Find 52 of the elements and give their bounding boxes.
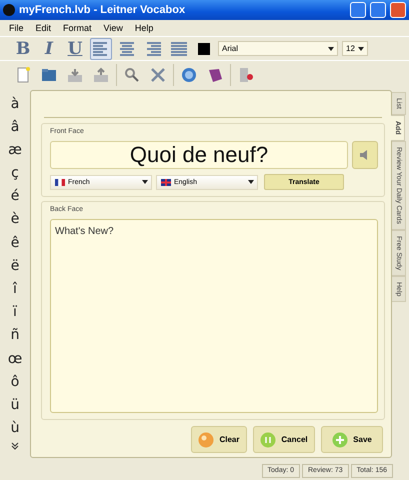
menu-item[interactable]: Help	[128, 23, 160, 33]
character-button[interactable]: î	[13, 280, 17, 298]
character-button[interactable]: ù	[10, 418, 20, 438]
dropdown-arrow-icon[interactable]	[142, 180, 148, 184]
dropdown-arrow-icon[interactable]	[248, 180, 254, 184]
align-button[interactable]	[90, 38, 112, 60]
character-button[interactable]: é	[10, 186, 20, 206]
clear-button[interactable]: Clear	[191, 426, 247, 453]
align-left-icon	[93, 42, 109, 56]
character-button[interactable]: ü	[10, 395, 20, 414]
app-icon	[3, 4, 15, 16]
menu-item[interactable]: File	[3, 23, 30, 33]
chevron-down-icon[interactable]	[11, 442, 19, 450]
italic-button[interactable]: I	[38, 38, 60, 60]
character-button[interactable]: ô	[10, 372, 20, 392]
character-button[interactable]: ï	[13, 302, 17, 322]
front-face-field[interactable]: Quoi de neuf?	[50, 141, 348, 169]
character-button[interactable]: œ	[8, 349, 22, 368]
character-button[interactable]: è	[10, 210, 20, 229]
plus-icon	[332, 432, 348, 448]
dropdown-arrow-icon[interactable]	[328, 46, 334, 50]
flag-icon	[161, 178, 171, 186]
speaker-button[interactable]	[352, 141, 378, 169]
cancel-button[interactable]: Cancel	[253, 426, 315, 453]
close-button[interactable]	[390, 2, 406, 18]
size-dropdown[interactable]: 12	[342, 41, 368, 56]
align-center-icon	[119, 42, 135, 56]
character-button[interactable]: ë	[10, 256, 20, 276]
character-button[interactable]: ê	[10, 233, 20, 252]
maximize-button[interactable]	[370, 2, 386, 18]
character-button[interactable]: â	[10, 117, 20, 136]
menu-item[interactable]: Format	[57, 23, 98, 33]
character-button[interactable]: ñ	[10, 326, 20, 345]
underline-button[interactable]: U	[64, 38, 86, 60]
character-button[interactable]: æ	[8, 140, 22, 160]
pause-icon	[260, 432, 276, 448]
character-button[interactable]: ç	[11, 164, 19, 183]
menu-item[interactable]: Edit	[30, 23, 58, 33]
character-button[interactable]: à	[10, 94, 20, 113]
flag-icon	[55, 178, 65, 186]
ball-icon	[198, 432, 214, 448]
menu-item[interactable]: View	[98, 23, 129, 33]
dropdown-arrow-icon[interactable]	[358, 46, 364, 50]
font-dropdown[interactable]: Arial	[218, 41, 338, 56]
window-title: myFrench.lvb - Leitner Vocabox	[19, 4, 186, 16]
align-justify-icon	[171, 42, 187, 56]
bold-button[interactable]: B	[12, 38, 34, 60]
back-face-field[interactable]: What's New?	[50, 219, 378, 413]
align-right-icon	[145, 42, 161, 56]
save-button[interactable]: Save	[321, 426, 383, 453]
minimize-button[interactable]	[350, 2, 366, 18]
text-color-icon[interactable]	[198, 42, 210, 54]
